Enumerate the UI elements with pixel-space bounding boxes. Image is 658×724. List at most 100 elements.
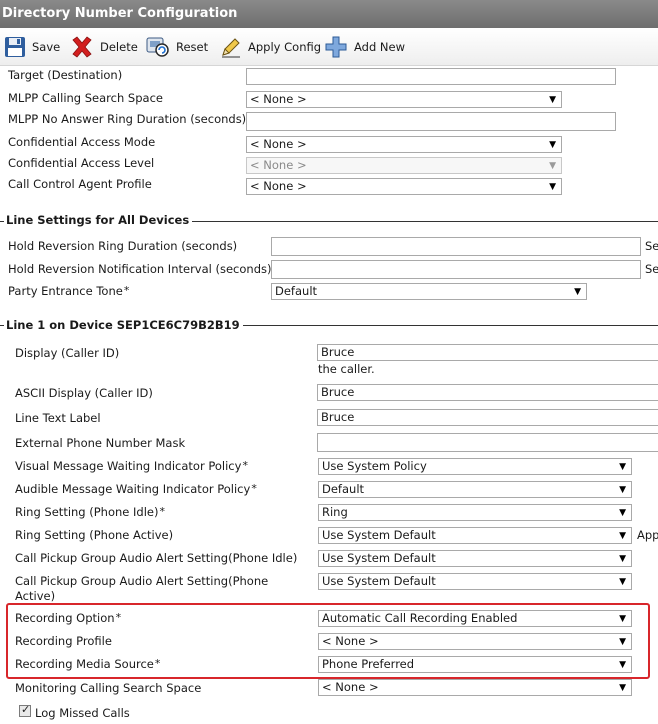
hold-reversion-notification-side-text: Se xyxy=(645,262,658,276)
recording-profile-label: Recording Profile xyxy=(15,634,112,648)
party-entrance-tone-value: Default xyxy=(275,284,318,298)
recording-media-source-text: Recording Media Source xyxy=(15,657,154,671)
ascii-display-label: ASCII Display (Caller ID) xyxy=(15,386,153,400)
recording-option-select[interactable]: Automatic Call Recording Enabled ▼ xyxy=(318,610,632,627)
pickup-idle-label: Call Pickup Group Audio Alert Setting(Ph… xyxy=(15,551,298,565)
party-entrance-tone-text: Party Entrance Tone xyxy=(8,284,123,298)
save-label: Save xyxy=(32,40,61,54)
dropdown-arrow-icon: ▼ xyxy=(619,462,626,472)
recording-option-label: Recording Option* xyxy=(15,611,121,625)
target-destination-label: Target (Destination) xyxy=(8,68,123,82)
recording-profile-value: < None > xyxy=(322,634,379,648)
audible-mwi-text: Audible Message Waiting Indicator Policy xyxy=(15,482,251,496)
pickup-idle-select[interactable]: Use System Default ▼ xyxy=(318,550,632,567)
monitoring-css-value: < None > xyxy=(322,680,379,694)
delete-x-icon xyxy=(70,35,94,59)
hold-reversion-ring-side-text: Se xyxy=(645,239,658,253)
recording-media-source-select[interactable]: Phone Preferred ▼ xyxy=(318,656,632,673)
add-new-label: Add New xyxy=(354,40,406,54)
required-marker: * xyxy=(159,505,165,518)
ring-active-side-text: App xyxy=(637,528,658,542)
delete-label: Delete xyxy=(100,40,138,54)
floppy-disk-icon xyxy=(4,36,26,58)
apply-config-button[interactable]: Apply Config xyxy=(220,35,321,59)
dropdown-arrow-icon: ▼ xyxy=(549,95,556,105)
confidential-access-mode-label: Confidential Access Mode xyxy=(8,135,156,149)
reset-label: Reset xyxy=(176,40,209,54)
ring-idle-label: Ring Setting (Phone Idle)* xyxy=(15,505,165,519)
dropdown-arrow-icon: ▼ xyxy=(574,287,581,297)
recording-profile-select[interactable]: < None > ▼ xyxy=(318,633,632,650)
display-caller-id-hint: the caller. xyxy=(318,362,375,376)
add-new-button[interactable]: Add New xyxy=(324,35,405,59)
mlpp-css-label: MLPP Calling Search Space xyxy=(8,91,163,105)
line1-title: Line 1 on Device SEP1CE6C79B2B19 xyxy=(4,318,243,332)
hold-reversion-notification-label: Hold Reversion Notification Interval (se… xyxy=(8,262,272,276)
apply-config-label: Apply Config xyxy=(248,40,322,54)
log-missed-calls-checkbox[interactable] xyxy=(19,703,31,717)
ascii-display-input[interactable]: Bruce xyxy=(317,384,658,401)
mlpp-css-select[interactable]: < None > ▼ xyxy=(246,91,562,108)
hold-reversion-notification-input[interactable] xyxy=(271,260,641,279)
monitoring-css-label: Monitoring Calling Search Space xyxy=(15,681,202,695)
dropdown-arrow-icon: ▼ xyxy=(619,485,626,495)
target-destination-input[interactable] xyxy=(246,68,616,85)
hold-reversion-ring-label: Hold Reversion Ring Duration (seconds) xyxy=(8,239,238,253)
dropdown-arrow-icon: ▼ xyxy=(619,554,626,564)
confidential-access-level-value: < None > xyxy=(250,158,307,172)
ring-active-label: Ring Setting (Phone Active) xyxy=(15,528,174,542)
dropdown-arrow-icon: ▼ xyxy=(619,614,626,624)
call-control-agent-profile-value: < None > xyxy=(250,179,307,193)
pickup-active-label-line2: Active) xyxy=(15,589,56,603)
save-button[interactable]: Save xyxy=(4,35,60,59)
dropdown-arrow-icon: ▼ xyxy=(549,182,556,192)
required-marker: * xyxy=(123,284,130,297)
visual-mwi-text: Visual Message Waiting Indicator Policy xyxy=(15,459,242,473)
audible-mwi-label: Audible Message Waiting Indicator Policy… xyxy=(15,482,257,496)
display-caller-id-label: Display (Caller ID) xyxy=(15,346,120,360)
reset-button[interactable]: Reset xyxy=(146,35,208,59)
ring-idle-select[interactable]: Ring ▼ xyxy=(318,504,632,521)
ring-idle-value: Ring xyxy=(322,505,348,519)
party-entrance-tone-select[interactable]: Default ▼ xyxy=(271,283,587,300)
mlpp-css-value: < None > xyxy=(250,92,307,106)
visual-mwi-select[interactable]: Use System Policy ▼ xyxy=(318,458,632,475)
dropdown-arrow-icon: ▼ xyxy=(619,508,626,518)
display-caller-id-input[interactable]: Bruce xyxy=(317,344,658,361)
audible-mwi-select[interactable]: Default ▼ xyxy=(318,481,632,498)
line-text-label-input[interactable]: Bruce xyxy=(317,409,658,426)
mlpp-no-answer-label: MLPP No Answer Ring Duration (seconds) xyxy=(8,112,247,126)
required-marker: * xyxy=(115,611,122,624)
recording-option-text: Recording Option xyxy=(15,611,115,625)
call-control-agent-profile-select[interactable]: < None > ▼ xyxy=(246,178,562,195)
visual-mwi-label: Visual Message Waiting Indicator Policy* xyxy=(15,459,248,473)
dropdown-arrow-icon: ▼ xyxy=(549,161,556,171)
pickup-active-select[interactable]: Use System Default ▼ xyxy=(318,573,632,590)
confidential-access-mode-value: < None > xyxy=(250,137,307,151)
monitoring-css-select[interactable]: < None > ▼ xyxy=(318,679,632,696)
pickup-active-value: Use System Default xyxy=(322,574,436,588)
confidential-access-level-select: < None > ▼ xyxy=(246,157,562,174)
call-control-agent-profile-label: Call Control Agent Profile xyxy=(8,177,152,191)
toolbar: Save Delete Reset Apply Config Add New xyxy=(0,29,658,66)
hold-reversion-ring-input[interactable] xyxy=(271,237,641,256)
dropdown-arrow-icon: ▼ xyxy=(619,683,626,693)
external-mask-label: External Phone Number Mask xyxy=(15,436,186,450)
dropdown-arrow-icon: ▼ xyxy=(619,637,626,647)
external-mask-input[interactable] xyxy=(317,433,658,452)
audible-mwi-value: Default xyxy=(322,482,365,496)
dropdown-arrow-icon: ▼ xyxy=(619,660,626,670)
delete-button[interactable]: Delete xyxy=(70,35,138,59)
confidential-access-mode-select[interactable]: < None > ▼ xyxy=(246,136,562,153)
recording-option-value: Automatic Call Recording Enabled xyxy=(322,611,518,625)
party-entrance-tone-label: Party Entrance Tone* xyxy=(8,284,129,298)
pickup-idle-value: Use System Default xyxy=(322,551,436,565)
log-missed-calls-label: Log Missed Calls xyxy=(35,706,130,720)
line-settings-title: Line Settings for All Devices xyxy=(4,213,193,227)
mlpp-no-answer-input[interactable] xyxy=(246,112,616,131)
ring-active-select[interactable]: Use System Default ▼ xyxy=(318,527,632,544)
recording-media-source-value: Phone Preferred xyxy=(322,657,415,671)
dropdown-arrow-icon: ▼ xyxy=(619,531,626,541)
required-marker: * xyxy=(251,482,257,495)
pickup-active-label-line1: Call Pickup Group Audio Alert Setting(Ph… xyxy=(15,574,269,588)
